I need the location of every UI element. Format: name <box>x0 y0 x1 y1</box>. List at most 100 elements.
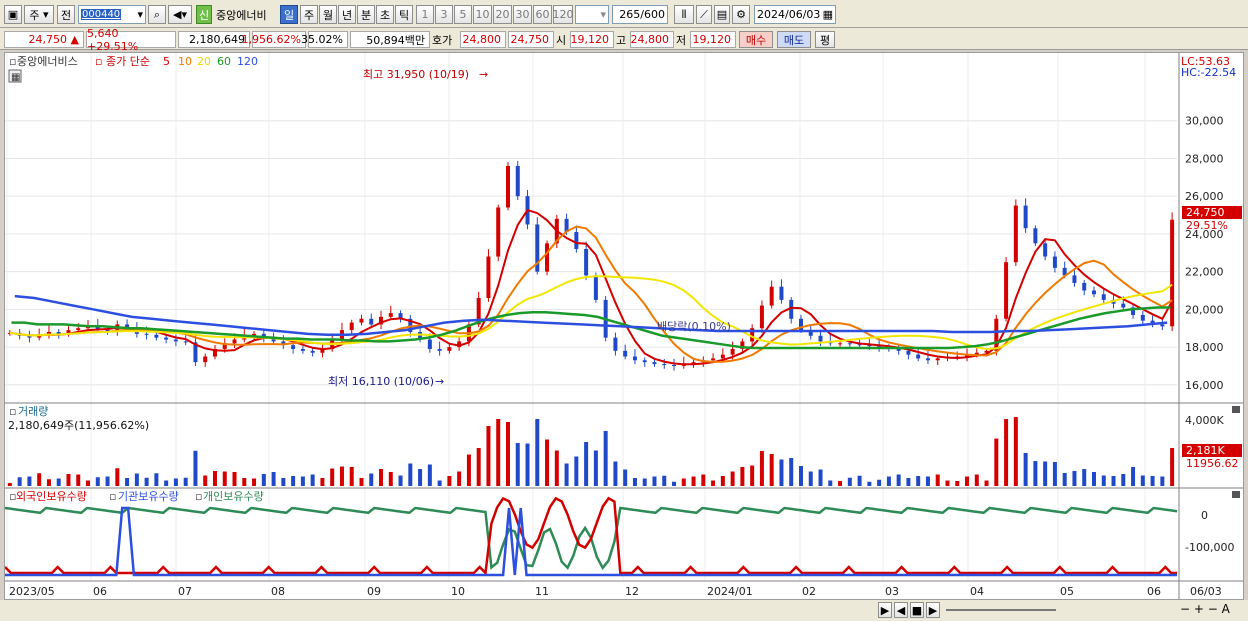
volume-bar <box>125 478 130 486</box>
interval-10[interactable]: 10 <box>473 5 492 24</box>
candle-body <box>1121 303 1126 308</box>
volume-bar <box>545 439 550 486</box>
layout-icon[interactable]: ▣ <box>4 5 22 24</box>
forward-icon[interactable]: ▶ <box>926 602 940 618</box>
interval-1[interactable]: 1 <box>416 5 434 24</box>
period-month[interactable]: 월 <box>319 5 337 24</box>
volume-title: 거래량 <box>18 405 48 418</box>
save-icon[interactable]: ▤ <box>714 5 730 24</box>
rewind-icon[interactable]: ◀ <box>894 602 908 618</box>
zoom-controls[interactable]: − + − A <box>1180 602 1230 616</box>
gear-icon[interactable]: ⚙ <box>732 5 750 24</box>
volume-bar <box>945 480 950 486</box>
volume-bar <box>339 466 344 486</box>
date-field[interactable]: 2024/06/03 ▦ <box>754 5 836 24</box>
legend-ma120: 120 <box>237 55 258 68</box>
volume-bar <box>935 474 940 486</box>
interval-custom[interactable]: ▾ <box>575 5 609 24</box>
volume-bar <box>1131 467 1136 486</box>
interval-3[interactable]: 3 <box>435 5 453 24</box>
draw-icon[interactable]: ⟋ <box>696 5 712 24</box>
calculator-glyph: ▦ <box>11 72 20 83</box>
legend-series: 종가 단순 <box>106 55 150 68</box>
zoom-slider[interactable] <box>946 609 1056 611</box>
volume-bar <box>613 461 618 486</box>
y-tick-label: 16,000 <box>1185 379 1224 392</box>
volume-bar <box>476 448 481 486</box>
volume-bar <box>886 476 891 486</box>
holdings-close-icon[interactable] <box>1232 491 1240 498</box>
scroll-right-icon[interactable]: ▶ <box>878 602 892 618</box>
volume-value: 2,180,649주(11,956.62%) <box>8 419 149 432</box>
candle-icon[interactable]: ⫴ <box>674 5 694 24</box>
volume-bar <box>1140 475 1145 486</box>
volume-pct-field: 1,956.62% <box>242 31 306 48</box>
candle-body <box>613 337 618 351</box>
period-second[interactable]: 초 <box>376 5 394 24</box>
period-year[interactable]: 년 <box>338 5 356 24</box>
x-tick-label: 04 <box>970 585 984 598</box>
speaker-icon[interactable]: ◀▾ <box>168 5 192 24</box>
legend-ma60: 60 <box>217 55 231 68</box>
candle-body <box>593 275 598 300</box>
volume-bar <box>701 474 706 486</box>
candle-body <box>720 354 725 359</box>
candle-body <box>291 345 296 349</box>
volume-bar <box>86 480 91 486</box>
code-value: 000440 <box>81 9 122 20</box>
volume-bar <box>828 480 833 486</box>
volume-bar <box>535 419 540 486</box>
volume-bar <box>173 478 178 486</box>
calendar-icon[interactable]: ▦ <box>823 8 835 21</box>
stock-chart[interactable]: ▫ 중앙에너비스 ▫ 종가 단순 5 10 20 60 120 ▦ LC:53.… <box>4 53 1243 599</box>
stop-icon[interactable]: ■ <box>910 602 924 618</box>
volume-bar <box>857 475 862 486</box>
volume-close-icon[interactable] <box>1232 406 1240 413</box>
volume-bar <box>906 478 911 486</box>
period-minute[interactable]: 분 <box>357 5 375 24</box>
interval-60[interactable]: 60 <box>533 5 552 24</box>
tab-dropdown[interactable]: 주 ▾ <box>24 5 54 24</box>
candle-body <box>437 348 442 351</box>
chart-area[interactable]: ▫ 중앙에너비스 ▫ 종가 단순 5 10 20 60 120 ▦ LC:53.… <box>4 52 1244 600</box>
x-tick-label: 11 <box>535 585 549 598</box>
period-day[interactable]: 일 <box>280 5 298 24</box>
x-tick-label: 2023/05 <box>9 585 55 598</box>
y-tick-label: 26,000 <box>1185 190 1224 203</box>
high-label: 고 <box>616 33 627 47</box>
y-tick-label: 18,000 <box>1185 341 1224 354</box>
buy-button[interactable]: 매수 <box>739 31 773 48</box>
search-icon[interactable]: ⌕ <box>148 5 166 24</box>
avg-button[interactable]: 평 <box>815 31 835 48</box>
svg-text:▫: ▫ <box>109 490 116 503</box>
code-input[interactable]: 000440 ▾ <box>78 5 146 24</box>
chart-window: ▣ 주 ▾ 전 000440 ▾ ⌕ ◀▾ 신 중앙에너비 일 주 월 년 분 초… <box>0 0 1248 621</box>
candle-body <box>1023 205 1028 229</box>
volume-bar <box>632 478 637 486</box>
volume-bar <box>691 476 696 486</box>
volume-bar <box>447 476 452 486</box>
volume-bar <box>212 471 217 486</box>
volume-bar <box>505 422 510 486</box>
interval-5[interactable]: 5 <box>454 5 472 24</box>
volume-bar <box>984 480 989 486</box>
count-field[interactable]: 265/600 <box>612 5 668 24</box>
candle-body <box>779 286 784 300</box>
candle-body <box>300 348 305 351</box>
sell-button[interactable]: 매도 <box>777 31 811 48</box>
candle-body <box>759 305 764 329</box>
period-week[interactable]: 주 <box>300 5 318 24</box>
candle-body <box>847 343 852 345</box>
x-tick-label: 12 <box>625 585 639 598</box>
x-tick-label: 08 <box>271 585 285 598</box>
interval-30[interactable]: 30 <box>513 5 532 24</box>
interval-20[interactable]: 20 <box>493 5 512 24</box>
volume-bar <box>623 469 628 486</box>
prev-button[interactable]: 전 <box>57 5 75 24</box>
period-tick[interactable]: 틱 <box>395 5 413 24</box>
x-tick-label: 02 <box>802 585 816 598</box>
candle-body <box>711 358 716 361</box>
volume-bar <box>916 476 921 486</box>
interval-120[interactable]: 120 <box>553 5 574 24</box>
candle-body <box>144 333 149 335</box>
